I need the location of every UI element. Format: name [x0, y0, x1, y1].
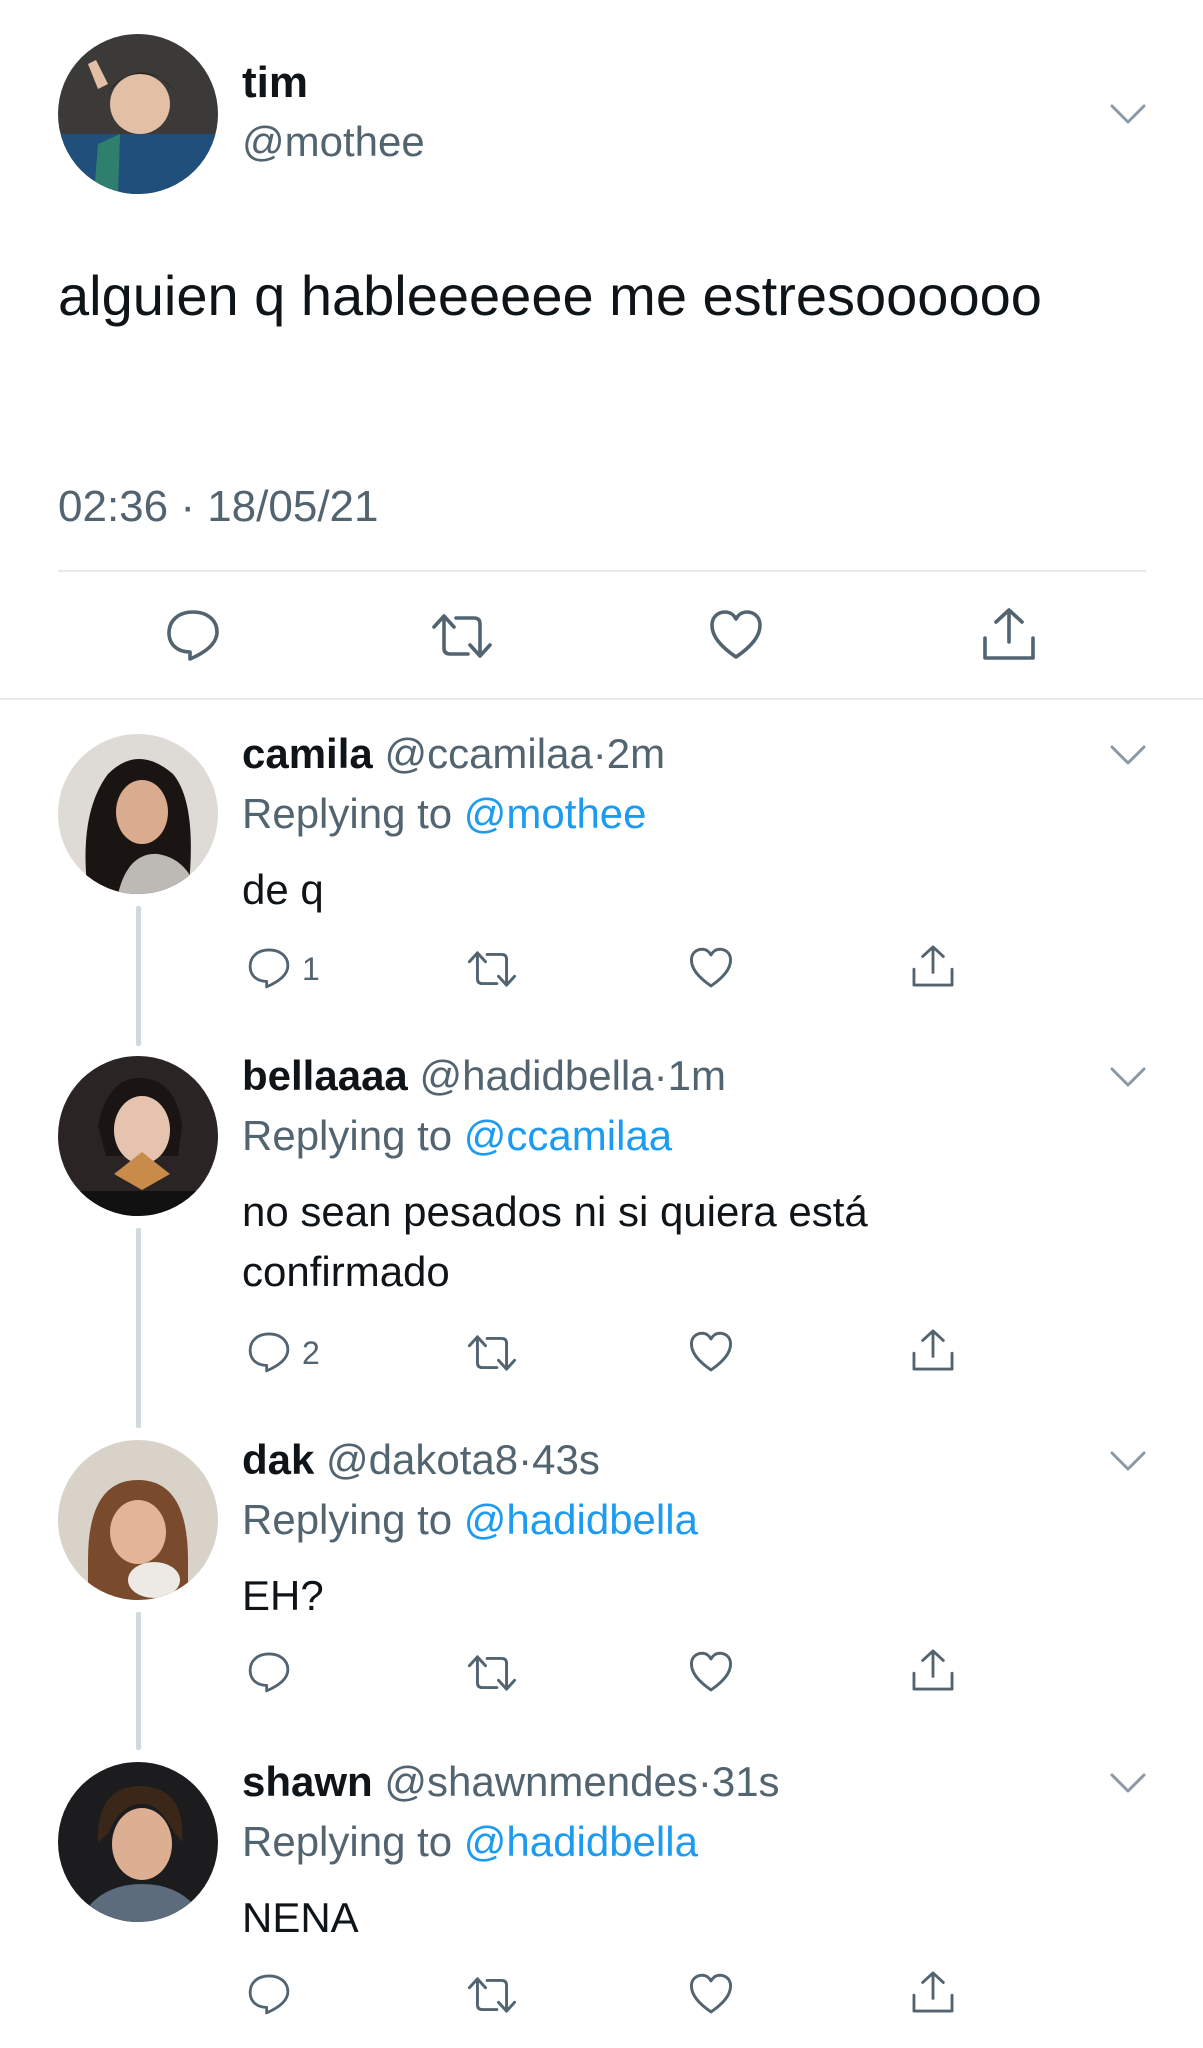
reply-text: EH?: [242, 1572, 324, 1619]
retweet-icon[interactable]: [466, 1332, 518, 1374]
user-handle[interactable]: @hadidbella: [419, 1052, 653, 1099]
heart-icon[interactable]: [708, 608, 764, 662]
replying-label: Replying to: [242, 790, 453, 837]
separator-dot: ·: [653, 1052, 668, 1099]
display-name[interactable]: camila: [242, 730, 373, 777]
chevron-down-icon[interactable]: [1108, 741, 1148, 769]
reply-text: de q: [242, 866, 324, 913]
reply-count: 2: [302, 1335, 320, 1371]
reply-icon[interactable]: [164, 607, 222, 663]
share-icon[interactable]: [980, 604, 1038, 664]
share-icon[interactable]: [910, 1326, 956, 1374]
display-name[interactable]: tim: [242, 58, 308, 108]
replying-label: Replying to: [242, 1818, 453, 1865]
retweet-icon[interactable]: [466, 1652, 518, 1694]
user-handle[interactable]: @dakota8: [326, 1436, 518, 1483]
chevron-down-icon[interactable]: [1108, 1447, 1148, 1475]
avatar[interactable]: [58, 1440, 218, 1600]
user-handle[interactable]: @ccamilaa: [384, 730, 592, 777]
divider: [58, 570, 1146, 572]
retweet-icon[interactable]: [466, 1974, 518, 2016]
avatar[interactable]: [58, 734, 218, 894]
share-icon[interactable]: [910, 1968, 956, 2016]
reply-time[interactable]: 2m: [607, 730, 665, 777]
reply-time[interactable]: 31s: [712, 1758, 780, 1805]
thread-line: [136, 906, 141, 1046]
replying-to-link[interactable]: @hadidbella: [464, 1818, 698, 1865]
thread-line: [136, 1612, 141, 1750]
reply-count: 1: [302, 951, 320, 987]
retweet-icon[interactable]: [430, 610, 494, 662]
reply-time[interactable]: 1m: [668, 1052, 726, 1099]
retweet-icon[interactable]: [466, 948, 518, 990]
heart-icon[interactable]: [688, 1330, 734, 1374]
avatar[interactable]: [58, 34, 218, 194]
heart-icon[interactable]: [688, 1650, 734, 1694]
chevron-down-icon[interactable]: [1108, 1769, 1148, 1797]
display-name[interactable]: dak: [242, 1436, 314, 1483]
chevron-down-icon[interactable]: [1108, 1063, 1148, 1091]
reply-time[interactable]: 43s: [532, 1436, 600, 1483]
display-name[interactable]: shawn: [242, 1758, 373, 1805]
avatar[interactable]: [58, 1762, 218, 1922]
chevron-down-icon[interactable]: [1108, 100, 1148, 128]
reply-icon[interactable]: [246, 946, 292, 990]
heart-icon[interactable]: [688, 946, 734, 990]
replying-to-link[interactable]: @ccamilaa: [464, 1112, 672, 1159]
separator-dot: ·: [592, 730, 607, 777]
share-icon[interactable]: [910, 1646, 956, 1694]
avatar[interactable]: [58, 1056, 218, 1216]
reply-text: NENA: [242, 1894, 359, 1941]
user-handle[interactable]: @mothee: [242, 118, 425, 166]
reply-text: no sean pesados ni si quiera está confir…: [242, 1188, 868, 1295]
reply-icon[interactable]: [246, 1330, 292, 1374]
divider: [0, 698, 1203, 700]
replying-to-link[interactable]: @hadidbella: [464, 1496, 698, 1543]
separator-dot: ·: [697, 1758, 712, 1805]
tweet-timestamp[interactable]: 02:36 · 18/05/21: [58, 482, 378, 532]
replying-label: Replying to: [242, 1496, 453, 1543]
user-handle[interactable]: @shawnmendes: [384, 1758, 697, 1805]
heart-icon[interactable]: [688, 1972, 734, 2016]
replying-label: Replying to: [242, 1112, 453, 1159]
reply-icon[interactable]: [246, 1972, 292, 2016]
display-name[interactable]: bellaaaa: [242, 1052, 408, 1099]
share-icon[interactable]: [910, 942, 956, 990]
separator-dot: ·: [518, 1436, 533, 1483]
tweet-text: alguien q hableeeeee me estresoooooo: [58, 264, 1042, 327]
reply-icon[interactable]: [246, 1650, 292, 1694]
replying-to-link[interactable]: @mothee: [464, 790, 647, 837]
thread-line: [136, 1228, 141, 1428]
